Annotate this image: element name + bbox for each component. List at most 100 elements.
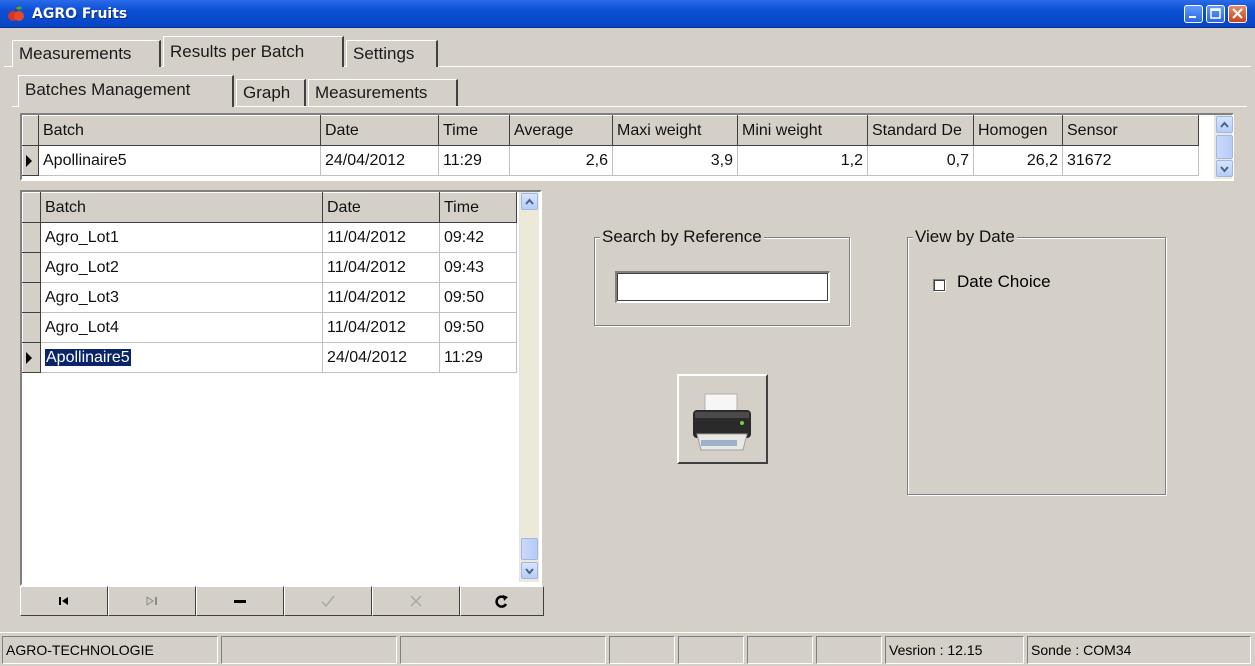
tab-label: Results per Batch xyxy=(170,42,305,61)
cell-batch[interactable]: Apollinaire5 xyxy=(38,145,321,176)
cell-date[interactable]: 11/04/2012 xyxy=(322,312,440,343)
status-version: Vesrion : 12.15 xyxy=(885,636,1024,664)
cancel-edit-button[interactable] xyxy=(372,586,460,616)
delete-record-button[interactable] xyxy=(196,586,284,616)
column-header[interactable]: Mini weight xyxy=(737,115,868,146)
column-header[interactable]: Batch xyxy=(40,192,323,223)
tab-sub-measurements[interactable]: Measurements xyxy=(308,79,458,106)
scroll-down-button[interactable] xyxy=(1216,160,1233,177)
column-header[interactable]: Homogen xyxy=(973,115,1063,146)
first-record-icon xyxy=(59,597,68,605)
cell-time[interactable]: 09:43 xyxy=(439,252,517,283)
cell-date[interactable]: 24/04/2012 xyxy=(322,342,440,373)
scroll-down-button[interactable] xyxy=(521,562,538,579)
refresh-icon xyxy=(495,595,508,608)
tab-measurements[interactable]: Measurements xyxy=(12,40,161,67)
minimize-button[interactable] xyxy=(1184,5,1203,23)
reference-search-input[interactable] xyxy=(615,271,830,303)
tab-results-per-batch[interactable]: Results per Batch xyxy=(163,36,344,67)
current-row-arrow-icon xyxy=(26,154,32,167)
status-panel xyxy=(221,636,397,664)
cell-time[interactable]: 09:50 xyxy=(439,312,517,343)
tab-label: Graph xyxy=(243,83,291,102)
date-choice-checkbox[interactable] xyxy=(933,279,946,292)
cell-batch[interactable]: Agro_Lot3 xyxy=(40,282,323,313)
group-caption: Search by Reference xyxy=(600,227,764,247)
row-indicator xyxy=(22,312,41,343)
column-header[interactable]: Standard De xyxy=(867,115,974,146)
tab-label: Batches Management xyxy=(25,80,191,99)
selected-text: Apollinaire5 xyxy=(44,347,132,367)
column-header[interactable]: Batch xyxy=(38,115,321,146)
batches-header-row: Batch Date Time xyxy=(22,192,517,223)
table-row[interactable]: Agro_Lot2 11/04/2012 09:43 xyxy=(22,252,517,283)
table-row-selected[interactable]: Apollinaire5 24/04/2012 11:29 xyxy=(22,342,517,373)
cell-average[interactable]: 2,6 xyxy=(509,145,613,176)
maximize-button[interactable] xyxy=(1206,5,1225,23)
batches-grid[interactable]: Batch Date Time Agro_Lot1 11/04/2012 09:… xyxy=(20,190,542,586)
cell-date[interactable]: 24/04/2012 xyxy=(320,145,439,176)
cell-maxi-weight[interactable]: 3,9 xyxy=(612,145,738,176)
table-row[interactable]: Agro_Lot4 11/04/2012 09:50 xyxy=(22,312,517,343)
table-row[interactable]: Agro_Lot1 11/04/2012 09:42 xyxy=(22,222,517,253)
tab-graph[interactable]: Graph xyxy=(236,79,306,106)
tab-settings[interactable]: Settings xyxy=(346,40,438,67)
post-edit-button[interactable] xyxy=(284,586,372,616)
title-bar[interactable]: AGRO Fruits xyxy=(0,0,1255,28)
cell-time[interactable]: 11:29 xyxy=(439,342,517,373)
row-indicator xyxy=(22,282,41,313)
cell-standard-deviation[interactable]: 0,7 xyxy=(867,145,974,176)
scroll-up-button[interactable] xyxy=(1216,116,1233,133)
scroll-thumb[interactable] xyxy=(1216,135,1233,159)
group-caption: View by Date xyxy=(913,227,1017,247)
scroll-up-button[interactable] xyxy=(521,193,538,210)
column-header[interactable]: Date xyxy=(322,192,440,223)
cell-batch[interactable]: Agro_Lot1 xyxy=(40,222,323,253)
cell-batch[interactable]: Agro_Lot4 xyxy=(40,312,323,343)
cell-time[interactable]: 11:29 xyxy=(438,145,510,176)
cell-sensor[interactable]: 31672 xyxy=(1062,145,1199,176)
chevron-down-icon xyxy=(1220,166,1229,173)
column-header[interactable]: Time xyxy=(439,192,517,223)
cell-time[interactable]: 09:50 xyxy=(439,282,517,313)
date-choice-label[interactable]: Date Choice xyxy=(957,272,1051,292)
column-header[interactable]: Average xyxy=(509,115,613,146)
column-header[interactable]: Date xyxy=(320,115,439,146)
refresh-button[interactable] xyxy=(460,586,544,616)
cell-date[interactable]: 11/04/2012 xyxy=(322,252,440,283)
cell-date[interactable]: 11/04/2012 xyxy=(322,222,440,253)
chevron-down-icon xyxy=(525,568,534,575)
status-panel xyxy=(678,636,744,664)
view-by-date-group: View by Date Date Choice xyxy=(907,227,1166,495)
tab-label: Measurements xyxy=(19,44,132,63)
results-header-row: Batch Date Time Average Maxi weight Mini… xyxy=(22,115,1199,146)
print-button[interactable] xyxy=(677,374,768,464)
window-title: AGRO Fruits xyxy=(32,6,128,22)
results-scrollbar[interactable] xyxy=(1214,115,1233,179)
close-button[interactable] xyxy=(1228,5,1247,23)
cell-mini-weight[interactable]: 1,2 xyxy=(737,145,868,176)
column-header[interactable]: Maxi weight xyxy=(612,115,738,146)
record-navigator xyxy=(20,586,544,616)
results-table: Batch Date Time Average Maxi weight Mini… xyxy=(22,115,1199,176)
last-record-button[interactable] xyxy=(108,586,196,616)
column-header[interactable]: Time xyxy=(438,115,510,146)
table-row[interactable]: Agro_Lot3 11/04/2012 09:50 xyxy=(22,282,517,313)
column-header[interactable]: Sensor xyxy=(1062,115,1199,146)
scroll-thumb[interactable] xyxy=(521,538,538,560)
status-company: AGRO-TECHNOLOGIE xyxy=(2,636,218,664)
tab-label: Measurements xyxy=(315,83,428,102)
cell-time[interactable]: 09:42 xyxy=(439,222,517,253)
status-panel xyxy=(816,636,882,664)
first-record-button[interactable] xyxy=(20,586,108,616)
cell-homogeneity[interactable]: 26,2 xyxy=(973,145,1063,176)
minus-icon xyxy=(234,600,246,603)
results-grid[interactable]: Batch Date Time Average Maxi weight Mini… xyxy=(20,113,1234,181)
cell-batch[interactable]: Agro_Lot2 xyxy=(40,252,323,283)
batches-scrollbar[interactable] xyxy=(519,192,539,582)
table-row[interactable]: Apollinaire5 24/04/2012 11:29 2,6 3,9 1,… xyxy=(22,145,1199,176)
cell-date[interactable]: 11/04/2012 xyxy=(322,282,440,313)
cell-batch-selected[interactable]: Apollinaire5 xyxy=(40,342,323,373)
status-panel xyxy=(400,636,606,664)
tab-batches-management[interactable]: Batches Management xyxy=(18,75,234,107)
